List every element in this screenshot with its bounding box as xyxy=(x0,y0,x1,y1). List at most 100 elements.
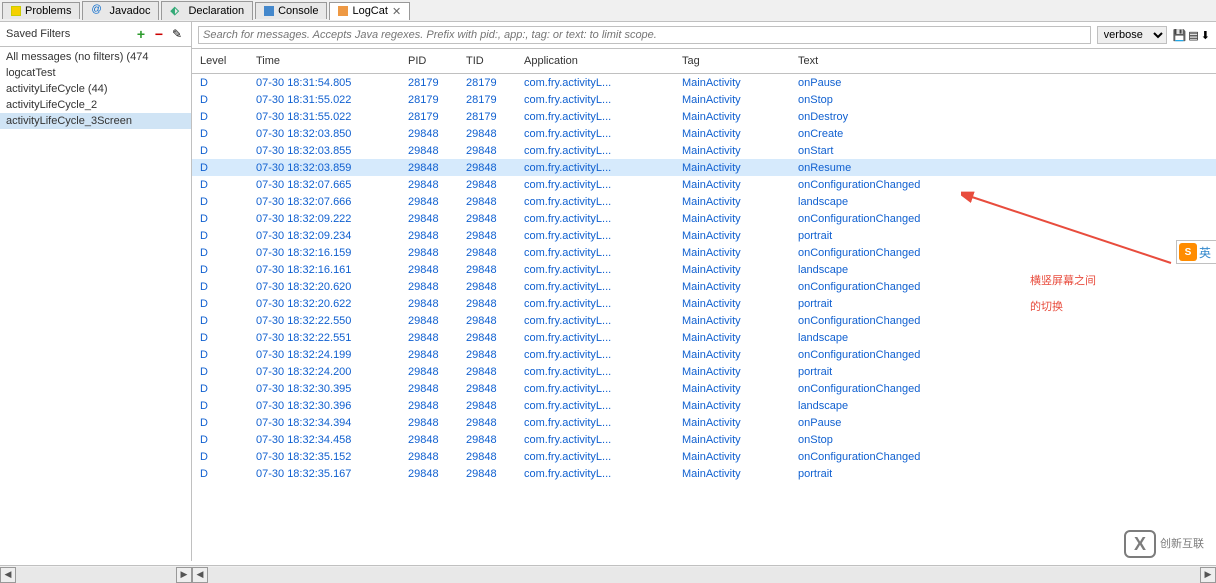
cell-tag: MainActivity xyxy=(674,111,790,123)
log-row[interactable]: D07-30 18:32:20.6202984829848com.fry.act… xyxy=(192,278,1216,295)
log-row[interactable]: D07-30 18:32:07.6652984829848com.fry.act… xyxy=(192,176,1216,193)
scroll-left-icon[interactable]: ◀ xyxy=(192,567,208,583)
cell-tag: MainActivity xyxy=(674,400,790,412)
sidebar-tools: + − ✎ xyxy=(133,26,185,42)
ime-widget[interactable]: S 英 xyxy=(1176,240,1216,264)
cell-text: portrait xyxy=(790,230,1216,242)
filter-item[interactable]: activityLifeCycle_2 xyxy=(0,97,191,113)
log-body: D07-30 18:31:54.8052817928179com.fry.act… xyxy=(192,74,1216,482)
column-pid[interactable]: PID xyxy=(400,49,458,73)
search-bar: verbose 💾 ▤ ⬇ xyxy=(192,22,1216,49)
cell-application: com.fry.activityL... xyxy=(516,349,674,361)
cell-tid: 29848 xyxy=(458,417,516,429)
cell-text: onPause xyxy=(790,77,1216,89)
remove-filter-button[interactable]: − xyxy=(151,26,167,42)
tab-javadoc[interactable]: @ Javadoc xyxy=(82,1,159,20)
cell-application: com.fry.activityL... xyxy=(516,281,674,293)
log-row[interactable]: D07-30 18:32:22.5502984829848com.fry.act… xyxy=(192,312,1216,329)
cell-pid: 29848 xyxy=(400,332,458,344)
column-text[interactable]: Text xyxy=(790,49,1216,73)
cell-tid: 29848 xyxy=(458,128,516,140)
cell-level: D xyxy=(192,468,248,480)
column-tid[interactable]: TID xyxy=(458,49,516,73)
scroll-left-icon[interactable]: ◀ xyxy=(0,567,16,583)
log-row[interactable]: D07-30 18:32:35.1522984829848com.fry.act… xyxy=(192,448,1216,465)
log-row[interactable]: D07-30 18:31:55.0222817928179com.fry.act… xyxy=(192,108,1216,125)
log-row[interactable]: D07-30 18:32:09.2342984829848com.fry.act… xyxy=(192,227,1216,244)
filter-item[interactable]: logcatTest xyxy=(0,65,191,81)
cell-application: com.fry.activityL... xyxy=(516,196,674,208)
cell-application: com.fry.activityL... xyxy=(516,230,674,242)
tab-console[interactable]: Console xyxy=(255,2,327,19)
save-icon[interactable]: 💾 xyxy=(1173,29,1187,42)
tab-problems[interactable]: Problems xyxy=(2,2,80,19)
cell-tag: MainActivity xyxy=(674,434,790,446)
log-row[interactable]: D07-30 18:32:03.8592984829848com.fry.act… xyxy=(192,159,1216,176)
tab-label: Javadoc xyxy=(109,5,150,17)
log-row[interactable]: D07-30 18:32:34.3942984829848com.fry.act… xyxy=(192,414,1216,431)
cell-tag: MainActivity xyxy=(674,417,790,429)
cell-pid: 29848 xyxy=(400,264,458,276)
log-row[interactable]: D07-30 18:31:55.0222817928179com.fry.act… xyxy=(192,91,1216,108)
log-row[interactable]: D07-30 18:31:54.8052817928179com.fry.act… xyxy=(192,74,1216,91)
log-row[interactable]: D07-30 18:32:24.1992984829848com.fry.act… xyxy=(192,346,1216,363)
log-row[interactable]: D07-30 18:32:20.6222984829848com.fry.act… xyxy=(192,295,1216,312)
cell-text: onStop xyxy=(790,94,1216,106)
cell-tag: MainActivity xyxy=(674,213,790,225)
log-row[interactable]: D07-30 18:32:16.1592984829848com.fry.act… xyxy=(192,244,1216,261)
sidebar-scrollbar[interactable]: ◀ ▶ xyxy=(0,565,192,583)
log-row[interactable]: D07-30 18:32:24.2002984829848com.fry.act… xyxy=(192,363,1216,380)
cell-application: com.fry.activityL... xyxy=(516,213,674,225)
log-row[interactable]: D07-30 18:32:03.8552984829848com.fry.act… xyxy=(192,142,1216,159)
log-row[interactable]: D07-30 18:32:22.5512984829848com.fry.act… xyxy=(192,329,1216,346)
cell-tid: 29848 xyxy=(458,451,516,463)
cell-tid: 29848 xyxy=(458,332,516,344)
scroll-right-icon[interactable]: ▶ xyxy=(1200,567,1216,583)
filter-item[interactable]: activityLifeCycle (44) xyxy=(0,81,191,97)
log-row[interactable]: D07-30 18:32:30.3952984829848com.fry.act… xyxy=(192,380,1216,397)
tab-logcat[interactable]: LogCat ✕ xyxy=(329,2,410,20)
cell-pid: 29848 xyxy=(400,366,458,378)
log-level-select[interactable]: verbose xyxy=(1097,26,1167,44)
log-row[interactable]: D07-30 18:32:09.2222984829848com.fry.act… xyxy=(192,210,1216,227)
main-area: Saved Filters + − ✎ All messages (no fil… xyxy=(0,22,1216,561)
column-time[interactable]: Time xyxy=(248,49,400,73)
log-row[interactable]: D07-30 18:32:34.4582984829848com.fry.act… xyxy=(192,431,1216,448)
log-table[interactable]: Level Time PID TID Application Tag Text … xyxy=(192,49,1216,561)
column-tag[interactable]: Tag xyxy=(674,49,790,73)
add-filter-button[interactable]: + xyxy=(133,26,149,42)
log-row[interactable]: D07-30 18:32:03.8502984829848com.fry.act… xyxy=(192,125,1216,142)
tab-label: Console xyxy=(278,5,318,17)
scroll-right-icon[interactable]: ▶ xyxy=(176,567,192,583)
cell-level: D xyxy=(192,264,248,276)
scroll-track[interactable] xyxy=(208,567,1200,583)
log-row[interactable]: D07-30 18:32:07.6662984829848com.fry.act… xyxy=(192,193,1216,210)
cell-pid: 29848 xyxy=(400,315,458,327)
close-icon[interactable]: ✕ xyxy=(392,5,401,18)
main-scrollbar[interactable]: ◀ ▶ xyxy=(192,565,1216,583)
log-row[interactable]: D07-30 18:32:35.1672984829848com.fry.act… xyxy=(192,465,1216,482)
clear-icon[interactable]: ▤ xyxy=(1188,29,1198,42)
column-level[interactable]: Level xyxy=(192,49,248,73)
tab-label: Declaration xyxy=(188,5,244,17)
log-row[interactable]: D07-30 18:32:16.1612984829848com.fry.act… xyxy=(192,261,1216,278)
tab-declaration[interactable]: ⬖ Declaration xyxy=(161,1,253,20)
log-row[interactable]: D07-30 18:32:30.3962984829848com.fry.act… xyxy=(192,397,1216,414)
cell-text: portrait xyxy=(790,366,1216,378)
cell-tag: MainActivity xyxy=(674,247,790,259)
cell-level: D xyxy=(192,162,248,174)
cell-text: onConfigurationChanged xyxy=(790,247,1216,259)
cell-level: D xyxy=(192,77,248,89)
scroll-track[interactable] xyxy=(16,567,176,583)
cell-level: D xyxy=(192,179,248,191)
edit-filter-button[interactable]: ✎ xyxy=(169,26,185,42)
scroll-lock-icon[interactable]: ⬇ xyxy=(1201,29,1210,42)
cell-text: portrait xyxy=(790,298,1216,310)
filter-item[interactable]: All messages (no filters) (474 xyxy=(0,49,191,65)
cell-level: D xyxy=(192,315,248,327)
filter-item[interactable]: activityLifeCycle_3Screen xyxy=(0,113,191,129)
content-area: verbose 💾 ▤ ⬇ Level Time PID TID Applica… xyxy=(192,22,1216,561)
cell-level: D xyxy=(192,94,248,106)
search-input[interactable] xyxy=(198,26,1091,44)
column-application[interactable]: Application xyxy=(516,49,674,73)
